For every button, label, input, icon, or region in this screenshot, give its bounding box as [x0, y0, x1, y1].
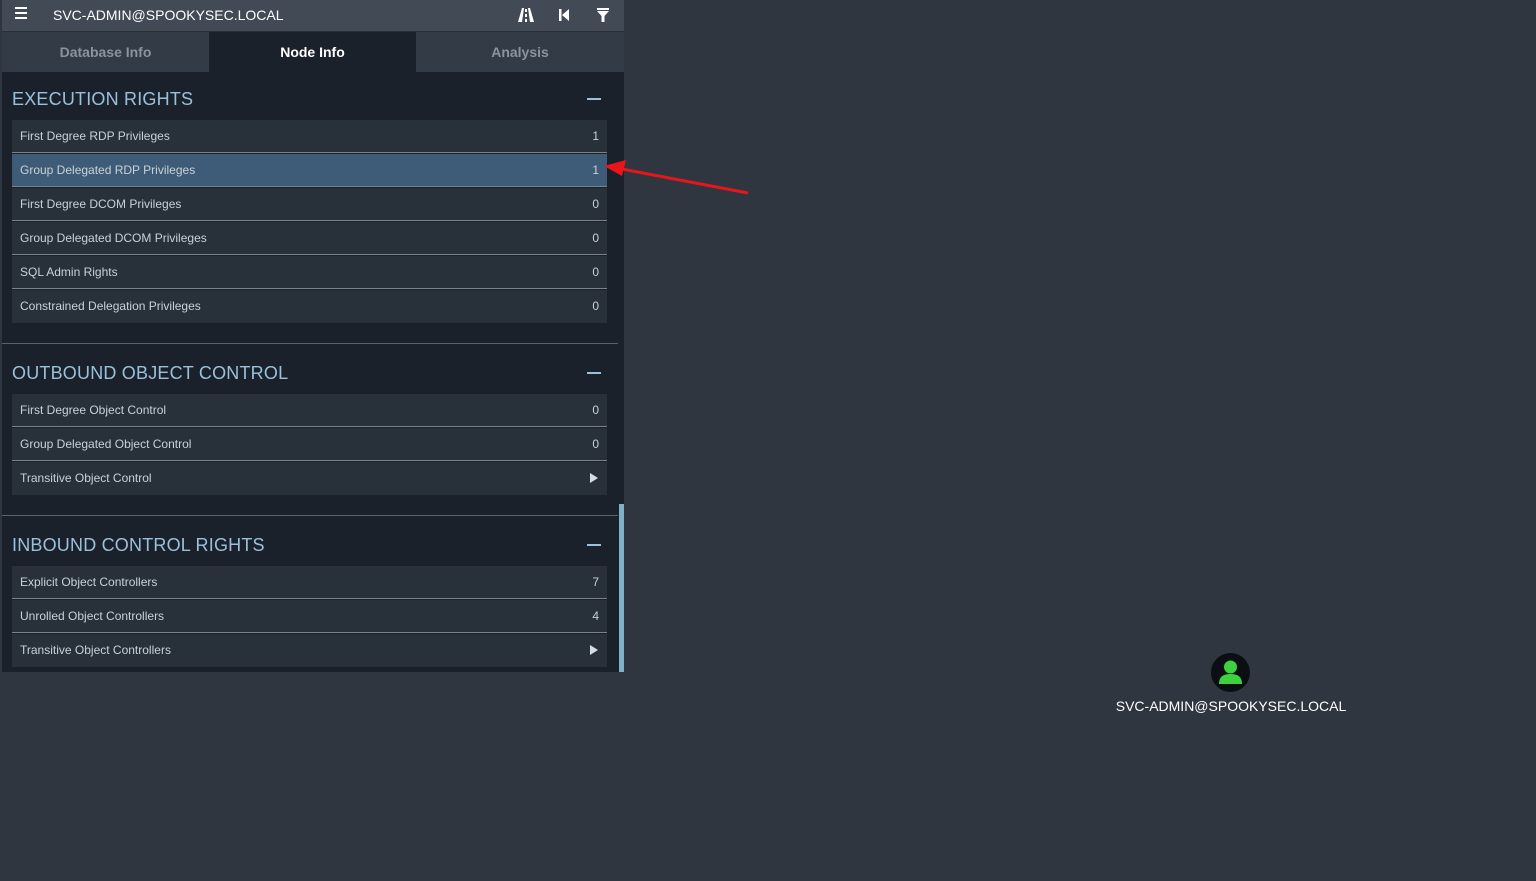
row-label: Unrolled Object Controllers: [20, 609, 165, 623]
list-item[interactable]: Constrained Delegation Privileges 0: [12, 290, 607, 323]
row-label: Group Delegated DCOM Privileges: [20, 231, 207, 245]
row-count: 0: [592, 231, 599, 245]
row-count: 0: [592, 299, 599, 313]
collapse-icon[interactable]: [587, 372, 601, 374]
list-item[interactable]: SQL Admin Rights 0: [12, 256, 607, 289]
annotation-arrow-icon: [604, 160, 749, 195]
scrollbar-thumb[interactable]: [619, 504, 624, 672]
graph-canvas[interactable]: SVC-ADMIN@SPOOKYSEC.LOCAL Database Info …: [0, 0, 1536, 881]
list-item[interactable]: First Degree RDP Privileges 1: [12, 120, 607, 153]
list-item[interactable]: Transitive Object Controllers: [12, 634, 607, 667]
list-item[interactable]: Transitive Object Control: [12, 462, 607, 495]
row-count: 0: [592, 403, 599, 417]
tab-node-info[interactable]: Node Info: [209, 32, 416, 72]
section-title-inbound-control-rights: INBOUND CONTROL RIGHTS: [12, 535, 265, 555]
list-item-highlighted[interactable]: Group Delegated RDP Privileges 1: [12, 154, 607, 187]
row-label: Group Delegated RDP Privileges: [20, 163, 196, 177]
user-icon: [1219, 660, 1242, 684]
list-item[interactable]: Group Delegated Object Control 0: [12, 428, 607, 461]
section-divider: [2, 343, 618, 344]
row-label: Explicit Object Controllers: [20, 575, 158, 589]
search-input[interactable]: SVC-ADMIN@SPOOKYSEC.LOCAL: [53, 7, 284, 23]
list-item[interactable]: Group Delegated DCOM Privileges 0: [12, 222, 607, 255]
section-title-execution-rights: EXECUTION RIGHTS: [12, 89, 194, 109]
list-item[interactable]: Unrolled Object Controllers 4: [12, 600, 607, 633]
menu-icon[interactable]: [15, 7, 27, 19]
row-count: 0: [592, 197, 599, 211]
expand-arrow-icon[interactable]: [590, 473, 598, 483]
back-icon[interactable]: [555, 6, 573, 24]
row-label: SQL Admin Rights: [20, 265, 118, 279]
row-count: 1: [592, 163, 599, 177]
tab-database-info[interactable]: Database Info: [2, 32, 209, 72]
row-label: First Degree RDP Privileges: [20, 129, 170, 143]
top-bar: SVC-ADMIN@SPOOKYSEC.LOCAL: [2, 0, 624, 32]
tab-bar: Database Info Node Info Analysis: [2, 32, 624, 72]
filter-icon[interactable]: [594, 6, 612, 24]
section-title-outbound-object-control: OUTBOUND OBJECT CONTROL: [12, 363, 289, 383]
list-item[interactable]: First Degree Object Control 0: [12, 394, 607, 427]
graph-node[interactable]: [1211, 653, 1250, 692]
row-count: 4: [592, 609, 599, 623]
row-label: Transitive Object Controllers: [20, 643, 171, 657]
collapse-icon[interactable]: [587, 544, 601, 546]
expand-arrow-icon[interactable]: [590, 645, 598, 655]
graph-node-label: SVC-ADMIN@SPOOKYSEC.LOCAL: [1115, 698, 1347, 714]
row-label: Constrained Delegation Privileges: [20, 299, 201, 313]
row-count: 1: [592, 129, 599, 143]
row-count: 0: [592, 265, 599, 279]
list-item[interactable]: First Degree DCOM Privileges 0: [12, 188, 607, 221]
row-count: 7: [592, 575, 599, 589]
collapse-icon[interactable]: [587, 98, 601, 100]
row-label: Group Delegated Object Control: [20, 437, 192, 451]
tab-analysis[interactable]: Analysis: [416, 32, 624, 72]
list-item[interactable]: Explicit Object Controllers 7: [12, 566, 607, 599]
row-label: Transitive Object Control: [20, 471, 152, 485]
section-divider: [2, 515, 618, 516]
node-info-content: EXECUTION RIGHTS First Degree RDP Privil…: [2, 72, 618, 672]
row-label: First Degree DCOM Privileges: [20, 197, 182, 211]
row-label: First Degree Object Control: [20, 403, 167, 417]
row-count: 0: [592, 437, 599, 451]
node-info-panel: SVC-ADMIN@SPOOKYSEC.LOCAL Database Info …: [2, 0, 624, 672]
pathfinding-icon[interactable]: [517, 6, 535, 24]
